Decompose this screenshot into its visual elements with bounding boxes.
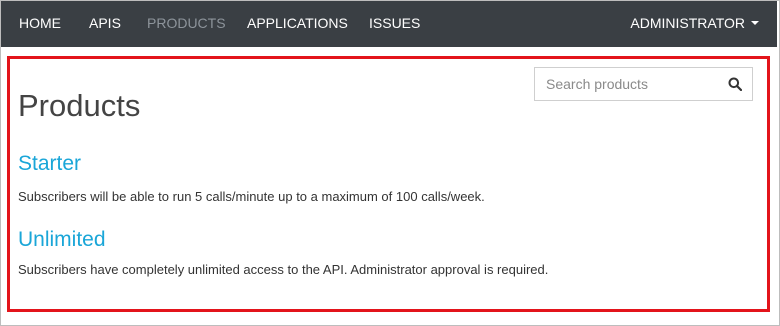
nav-products[interactable]: PRODUCTS <box>147 1 226 47</box>
page-title: Products <box>18 88 141 123</box>
search-icon <box>728 77 742 91</box>
search-button[interactable] <box>722 68 748 100</box>
user-menu-label: ADMINISTRATOR <box>630 15 745 31</box>
nav-home[interactable]: HOME <box>19 1 61 47</box>
product-description-unlimited: Subscribers have completely unlimited ac… <box>18 262 549 277</box>
nav-apis[interactable]: APIS <box>89 1 121 47</box>
user-menu[interactable]: ADMINISTRATOR <box>630 1 759 47</box>
search-box <box>534 67 753 101</box>
product-link-starter[interactable]: Starter <box>18 150 81 178</box>
top-navbar: HOME APIS PRODUCTS APPLICATIONS ISSUES A… <box>1 1 777 47</box>
nav-issues[interactable]: ISSUES <box>369 1 420 47</box>
product-description-starter: Subscribers will be able to run 5 calls/… <box>18 189 485 204</box>
nav-applications[interactable]: APPLICATIONS <box>247 1 348 47</box>
product-link-unlimited[interactable]: Unlimited <box>18 226 106 254</box>
search-input[interactable] <box>535 68 715 100</box>
caret-down-icon <box>751 21 759 26</box>
